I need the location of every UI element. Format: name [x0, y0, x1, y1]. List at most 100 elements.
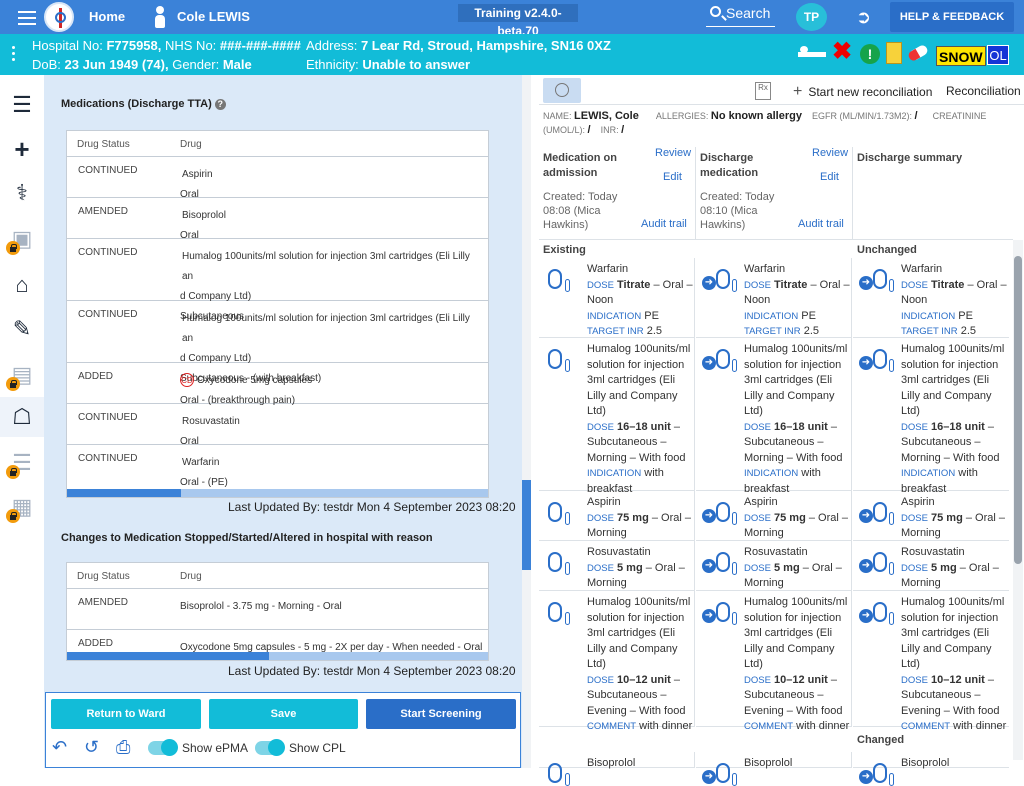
summary-title: Discharge summary — [857, 152, 963, 164]
scroll-thumb[interactable] — [1014, 256, 1022, 564]
scroll-thumb[interactable] — [67, 489, 181, 497]
transfer-medication-icon: ➜ — [702, 760, 737, 786]
potassium-icon[interactable] — [886, 42, 902, 64]
hamburger-icon[interactable] — [18, 11, 36, 29]
side-nav: ☰ + ⚕ ▣ ⌂ ✎ ▤ ☖ ☰ ▦ — [0, 75, 44, 768]
row-status: AMENDED — [78, 206, 129, 217]
table-row[interactable]: ADDED CD Oxycodone 5mg capsules Oral - (bre… — [67, 363, 488, 406]
medication-card[interactable]: Aspirin DOSE 75 mg – Oral – Morning — [539, 491, 695, 541]
discharge-title: Discharge medication — [700, 152, 759, 179]
medication-dose: DOSE 16–18 unit – Subcutaneous – Morning… — [744, 420, 843, 464]
transfer-medication-icon: ➜ — [859, 760, 894, 786]
medication-card[interactable]: ➜ Bisoprolol — [696, 752, 852, 786]
start-screening-button[interactable]: Start Screening — [366, 699, 516, 729]
table-row[interactable]: ADDED Oxycodone 5mg capsules - 5 mg - 2X … — [67, 630, 488, 654]
medication-text: Warfarin DOSE Titrate – Oral – Noon INDICA… — [587, 262, 693, 340]
discharge-edit-link[interactable]: Edit — [820, 171, 839, 183]
nav-checklist[interactable]: ☰ — [0, 443, 44, 483]
show-epma-toggle[interactable] — [148, 739, 178, 756]
nav-clipboard[interactable]: ▤ — [0, 355, 44, 395]
nav-add[interactable]: + — [0, 129, 44, 169]
medication-card[interactable]: ➜ Bisoprolol — [853, 752, 1009, 786]
table-row[interactable]: AMENDED Bisoprolol Oral — [67, 198, 488, 241]
table-row[interactable]: CONTINUED Aspirin Oral — [67, 157, 488, 200]
nav-list[interactable]: ☰ — [0, 85, 44, 125]
row-drug: Bisoprolol — [182, 210, 226, 221]
table-row[interactable]: AMENDED Bisoprolol - 3.75 mg - Morning - … — [67, 589, 488, 630]
medication-card[interactable]: ➜ Warfarin DOSE Titrate – Oral – Noon INDIC… — [696, 258, 852, 338]
medication-card[interactable]: Humalog 100units/ml solution for injecti… — [539, 338, 695, 495]
row-status: CONTINUED — [78, 247, 138, 258]
discharge-audit-link[interactable]: Audit trail — [798, 218, 844, 230]
ban-icon[interactable] — [543, 78, 581, 103]
right-panel-scrollbar[interactable] — [1013, 240, 1023, 760]
nav-tasks[interactable]: ▦ — [0, 487, 44, 527]
transfer-medication-icon: ➜ — [702, 266, 737, 292]
changes-title: Changes to Medication Stopped/Started/Al… — [61, 532, 433, 544]
pill-icon[interactable] — [906, 43, 930, 63]
horizontal-scrollbar[interactable] — [67, 489, 488, 497]
nav-home-care[interactable]: ⌂ — [0, 265, 44, 305]
search-icon — [710, 6, 721, 17]
row-drug: Warfarin — [182, 457, 220, 468]
scroll-thumb[interactable] — [67, 652, 270, 660]
medication-card[interactable]: ➜ Aspirin DOSE 75 mg – Oral – Morning — [696, 491, 852, 541]
left-panel-scroll-thumb[interactable] — [522, 480, 531, 570]
medication-card[interactable]: ➜ Humalog 100units/ml solution for inject… — [853, 591, 1009, 732]
help-icon[interactable]: ? — [214, 98, 226, 110]
bed-icon[interactable] — [798, 44, 826, 62]
medication-card[interactable]: ➜ Humalog 100units/ml solution for inject… — [696, 591, 852, 732]
medication-card[interactable]: Bisoprolol — [539, 752, 695, 786]
ol-badge[interactable]: OL — [987, 45, 1009, 65]
sign-out-icon[interactable]: ➲ — [856, 8, 878, 26]
reconciliation-status[interactable]: Reconciliation st — [946, 84, 1024, 98]
left-panel-scrollbar[interactable] — [522, 75, 531, 768]
nav-notes[interactable]: ✎ — [0, 309, 44, 349]
admission-edit-link[interactable]: Edit — [663, 171, 682, 183]
nav-stethoscope[interactable]: ⚕ — [0, 173, 44, 213]
caduceus-logo — [44, 2, 74, 32]
search-button[interactable]: Search — [706, 3, 775, 27]
medication-card[interactable]: ➜ Rosuvastatin DOSE 5 mg – Oral – Morning — [696, 541, 852, 591]
nav-discharge[interactable]: ☖ — [0, 397, 44, 437]
more-options-icon[interactable] — [12, 46, 16, 64]
medication-name: Humalog 100units/ml solution for injecti… — [901, 596, 1005, 670]
medication-card[interactable]: ➜ Rosuvastatin DOSE 5 mg – Oral – Morning — [853, 541, 1009, 591]
start-new-reconciliation-button[interactable]: + Start new reconciliation — [793, 83, 932, 101]
history-icon[interactable]: ↺ — [84, 737, 99, 757]
medication-card[interactable]: Rosuvastatin DOSE 5 mg – Oral – Morning — [539, 541, 695, 591]
user-avatar[interactable]: TP — [796, 3, 827, 31]
print-icon[interactable]: ⎙ — [116, 737, 130, 757]
help-feedback-button[interactable]: HELP & FEEDBACK — [890, 2, 1014, 32]
horizontal-scrollbar[interactable] — [67, 652, 488, 660]
table-row[interactable]: CONTINUED Rosuvastatin Oral — [67, 404, 488, 447]
medication-card[interactable]: ➜ Humalog 100units/ml solution for inject… — [853, 338, 1009, 495]
user-name[interactable]: Cole LEWIS — [177, 9, 250, 24]
home-link[interactable]: Home — [89, 9, 125, 24]
medication-card[interactable]: ➜ Warfarin DOSE Titrate – Oral – Noon INDIC… — [853, 258, 1009, 338]
save-button[interactable]: Save — [209, 699, 358, 729]
admission-audit-link[interactable]: Audit trail — [641, 218, 687, 230]
table-row[interactable]: CONTINUED Humalog 100units/ml solution fo… — [67, 301, 488, 384]
show-cpl-toggle[interactable] — [255, 739, 285, 756]
table-row[interactable]: CONTINUED Humalog 100units/ml solution fo… — [67, 239, 488, 322]
admission-review-link[interactable]: Review — [655, 147, 691, 159]
undo-icon[interactable]: ↶ — [52, 737, 67, 757]
medication-card[interactable]: ➜ Humalog 100units/ml solution for inject… — [696, 338, 852, 495]
allergy-value: No known allergy — [710, 110, 802, 122]
table-row[interactable]: CONTINUED Warfarin Oral - (PE) — [67, 445, 488, 488]
medication-card[interactable]: Warfarin DOSE Titrate – Oral – Noon INDICA… — [539, 258, 695, 338]
rx-icon[interactable]: Rx — [755, 82, 771, 100]
medication-text: Aspirin DOSE 75 mg – Oral – Morning — [901, 495, 1007, 542]
return-to-ward-button[interactable]: Return to Ward — [51, 699, 201, 729]
snow-badge[interactable]: SNOW — [936, 46, 986, 66]
medication-card[interactable]: Humalog 100units/ml solution for injecti… — [539, 591, 695, 732]
alert-icon[interactable]: ! — [860, 44, 880, 64]
medication-card[interactable]: ➜ Aspirin DOSE 75 mg – Oral – Morning — [853, 491, 1009, 541]
discharge-column: Discharge medication Review Edit Created… — [696, 147, 853, 239]
medication-icon — [545, 549, 571, 575]
row-drug: Rosuvastatin — [182, 416, 240, 427]
nav-camera[interactable]: ▣ — [0, 219, 44, 259]
discharge-review-link[interactable]: Review — [812, 147, 848, 159]
red-x-icon[interactable]: ✖ — [832, 40, 852, 64]
